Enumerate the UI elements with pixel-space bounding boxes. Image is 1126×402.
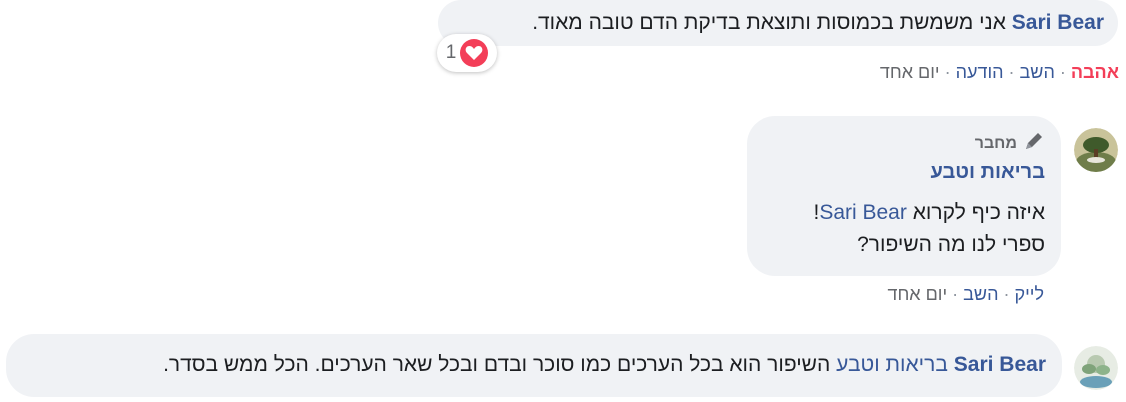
timestamp[interactable]: יום אחד	[880, 62, 940, 82]
comment-text: השיפור הוא בכל הערכים כמו סוכר ובדם ובכל…	[163, 353, 831, 376]
comment-author[interactable]: Sari Bear	[954, 353, 1046, 376]
love-reaction-link[interactable]: אהבה	[1071, 62, 1119, 82]
comment-actions-1: אהבה·השב·הודעה·יום אחד	[879, 62, 1119, 82]
reply-link[interactable]: השב	[1020, 62, 1055, 82]
comment-bubble-2: מחבר בריאות וטבע איזה כיף לקרוא Sari Bea…	[747, 116, 1061, 276]
comment-author[interactable]: Sari Bear	[1012, 11, 1104, 34]
pencil-icon	[1023, 130, 1045, 157]
mention-link[interactable]: בריאות וטבע	[836, 353, 948, 376]
like-link[interactable]: לייק	[1014, 284, 1044, 304]
comment-text-line-2: ספרי לנו מה השיפור?	[857, 233, 1045, 256]
comment-text-line-1: איזה כיף לקרוא Sari Bear!	[813, 201, 1045, 224]
heart-icon	[460, 39, 489, 67]
comment-bubble-1: Sari Bear אני משמשת בכמוסות ותוצאת בדיקת…	[438, 0, 1118, 46]
author-badge: מחבר	[975, 130, 1045, 157]
reaction-count: 1	[445, 42, 457, 63]
mention-link[interactable]: Sari Bear	[819, 201, 907, 224]
avatar[interactable]	[1074, 128, 1118, 172]
message-link[interactable]: הודעה	[956, 62, 1004, 82]
comment-author[interactable]: בריאות וטבע	[930, 161, 1045, 184]
comment-actions-2: לייק·השב·יום אחד	[887, 284, 1044, 304]
avatar[interactable]	[1074, 346, 1118, 390]
comment-text: אני משמשת בכמוסות ותוצאת בדיקת הדם טובה …	[532, 11, 1006, 34]
reply-link[interactable]: השב	[963, 284, 998, 304]
timestamp[interactable]: יום אחד	[887, 284, 947, 304]
comment-bubble-3: Sari Bear בריאות וטבע השיפור הוא בכל הער…	[6, 334, 1062, 397]
author-badge-label: מחבר	[974, 134, 1017, 152]
reaction-summary[interactable]: 1	[437, 34, 497, 72]
